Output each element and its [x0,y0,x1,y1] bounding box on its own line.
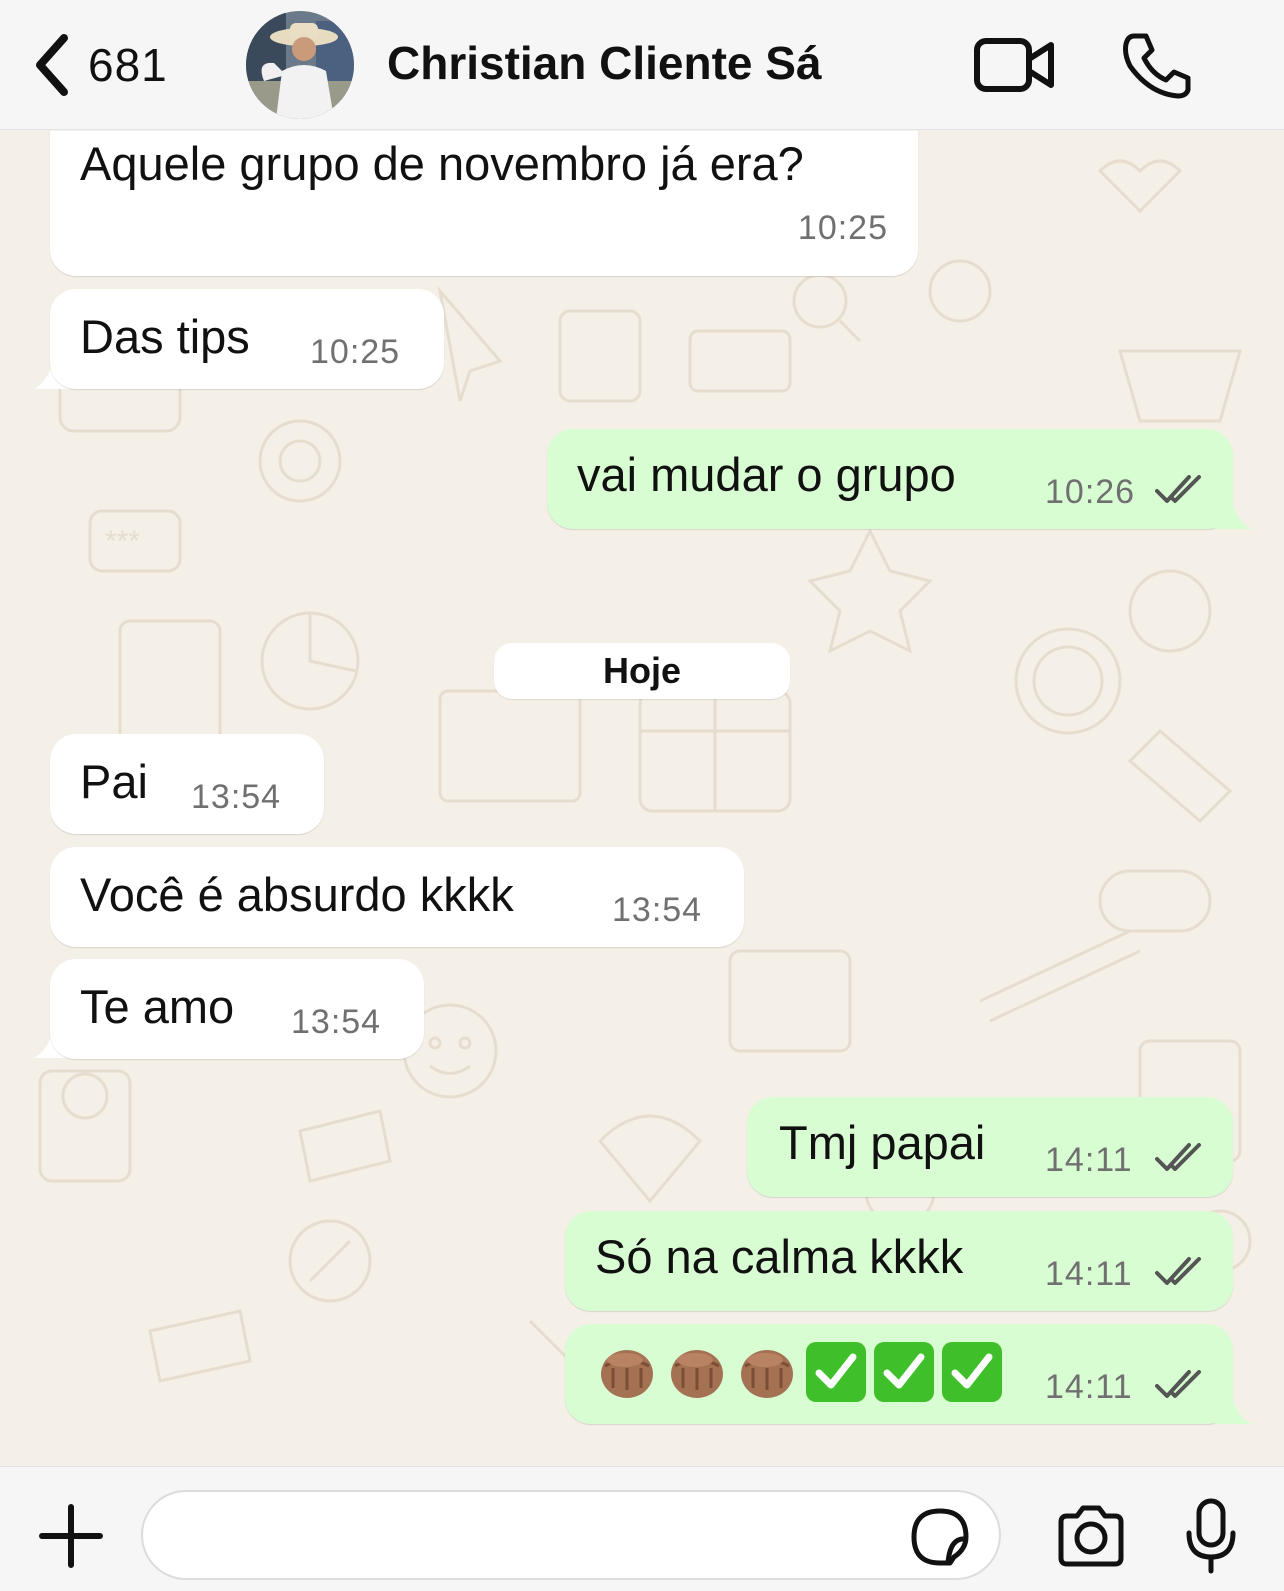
message-time: 13:54 [191,778,282,816]
microphone-button[interactable] [1183,1497,1239,1577]
message-incoming[interactable]: Pai 13:54 [50,734,324,834]
double-check-icon [1155,1143,1201,1171]
message-incoming[interactable]: Te amo 13:54 [50,959,424,1059]
video-call-button[interactable] [973,35,1057,95]
message-time: 14:11 [1045,1255,1133,1293]
message-input[interactable] [141,1490,1001,1580]
message-time: 10:26 [1045,473,1136,511]
message-text: Te amo [80,980,235,1033]
message-time: 13:54 [291,1003,382,1041]
bubble-tail [1215,1386,1251,1424]
camera-button[interactable] [1055,1504,1127,1568]
chat-area[interactable]: *** Aquele grupo de novembro já era? 10:… [0,131,1284,1466]
message-text: Das tips [80,310,250,363]
attach-button[interactable] [38,1503,104,1569]
message-incoming[interactable]: Das tips 10:25 [50,289,444,389]
unread-count: 681 [88,39,168,91]
message-incoming[interactable]: Você é absurdo kkkk 13:54 [50,847,744,947]
message-incoming[interactable]: Aquele grupo de novembro já era? 10:25 [50,131,918,276]
microphone-icon [1186,1498,1236,1574]
oncoming-fist-icon [601,1350,653,1398]
contact-name[interactable]: Christian Cliente Sá [387,36,822,90]
message-time: 10:25 [310,333,401,371]
message-time: 10:25 [797,209,888,247]
message-outgoing[interactable]: Tmj papai 14:11 [747,1097,1233,1197]
message-time: 14:11 [1045,1141,1133,1179]
avatar[interactable] [246,11,354,119]
double-check-icon [1155,1257,1201,1285]
back-button[interactable]: 681 [30,30,168,100]
message-outgoing[interactable]: 14:11 [565,1324,1233,1424]
oncoming-fist-icon [671,1350,723,1398]
bubble-tail [1215,491,1251,529]
chat-header: 681 Christian Cliente Sá [0,0,1284,130]
chevron-left-icon [36,34,68,96]
date-separator: Hoje [494,643,790,699]
message-text: Pai [80,755,148,808]
svg-text:***: *** [105,525,140,558]
message-time: 14:11 [1045,1368,1133,1406]
message-time: 13:54 [612,891,703,929]
message-text: Só na calma kkkk [595,1230,964,1283]
double-check-icon [1155,475,1201,503]
message-text: Tmj papai [779,1116,986,1169]
check-mark-button-icon [874,1342,934,1402]
message-text: Você é absurdo kkkk [80,868,514,921]
video-camera-icon [974,38,1054,92]
composer-bar [0,1466,1284,1591]
sticker-icon [911,1508,969,1566]
emoji-row [595,1340,1003,1404]
phone-icon [1123,33,1191,99]
oncoming-fist-icon [741,1350,793,1398]
camera-icon [1058,1505,1124,1567]
sticker-button[interactable] [910,1507,970,1567]
voice-call-button[interactable] [1120,30,1192,100]
message-text: Aquele grupo de novembro já era? [80,137,804,190]
check-mark-button-icon [806,1342,866,1402]
message-outgoing[interactable]: vai mudar o grupo 10:26 [547,429,1233,529]
message-text: vai mudar o grupo [577,448,956,501]
message-outgoing[interactable]: Só na calma kkkk 14:11 [565,1211,1233,1311]
double-check-icon [1155,1370,1201,1398]
check-mark-button-icon [942,1342,1002,1402]
plus-icon [39,1504,103,1568]
